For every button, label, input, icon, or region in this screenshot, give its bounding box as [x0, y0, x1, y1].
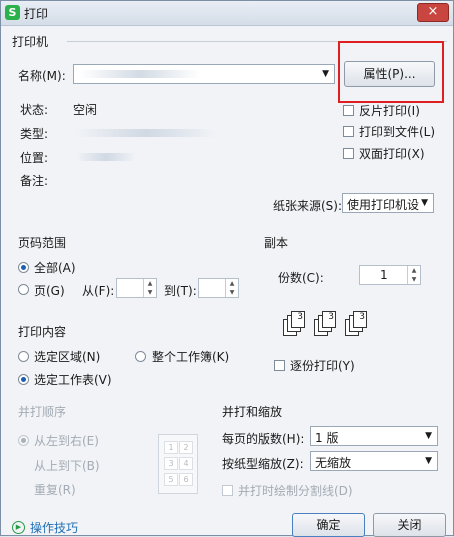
pages-per-sheet-select[interactable]: 1 版 ▼: [310, 426, 438, 446]
print-to-file-checkbox[interactable]: [343, 126, 354, 137]
reverse-print-checkbox[interactable]: [343, 105, 354, 116]
draw-lines-checkbox[interactable]: [222, 485, 233, 496]
chevron-down-icon: ▼: [421, 198, 428, 208]
tips-link[interactable]: 操作技巧: [30, 519, 78, 536]
print-order-group-label: 并打顺序: [18, 405, 67, 419]
print-order-preview: 1 2 3 4 5 6: [158, 434, 198, 494]
chevron-down-icon: ▼: [425, 456, 432, 466]
order-cell: 2: [179, 441, 193, 454]
status-value: 空闲: [73, 103, 98, 117]
redacted-type: [76, 129, 216, 137]
paper-source-select[interactable]: 使用打印机设 ▼: [342, 193, 434, 213]
print-workbook-label: 整个工作簿(K): [152, 350, 230, 364]
page-range-all-label: 全部(A): [34, 261, 76, 275]
spin-up-icon[interactable]: ▲: [407, 266, 420, 275]
reverse-print-label: 反片打印(I): [359, 104, 420, 118]
title-bar: S 打印 ×: [1, 1, 453, 26]
order-cell: 6: [179, 473, 193, 486]
duplex-checkbox[interactable]: [343, 148, 354, 159]
left-to-right-radio[interactable]: [18, 435, 29, 446]
from-label: 从(F):: [82, 284, 115, 298]
print-sheet-label: 选定工作表(V): [34, 373, 112, 387]
print-content-group-label: 打印内容: [18, 325, 67, 339]
pages-per-sheet-value: 1 版: [315, 431, 339, 445]
paper-source-value: 使用打印机设: [347, 198, 420, 212]
copies-spinner[interactable]: 1 ▲ ▼: [359, 265, 421, 285]
print-workbook-radio[interactable]: [135, 351, 146, 362]
copies-count-value: 1: [380, 268, 388, 282]
spin-up-icon[interactable]: ▲: [225, 279, 238, 288]
scale-value: 无缩放: [315, 456, 352, 470]
type-label: 类型:: [20, 127, 49, 141]
wps-app-icon: S: [5, 5, 20, 20]
top-to-bottom-label: 从上到下(B): [34, 459, 100, 473]
ok-button[interactable]: 确定: [292, 513, 365, 537]
close-button[interactable]: 关闭: [373, 513, 446, 537]
page-range-pages-label: 页(G): [34, 284, 65, 298]
print-sheet-radio[interactable]: [18, 374, 29, 385]
order-cell: 4: [179, 457, 193, 470]
order-cell: 5: [164, 473, 178, 486]
left-to-right-label: 从左到右(E): [34, 434, 99, 448]
zoom-group-label: 并打和缩放: [222, 405, 283, 419]
scale-label: 按纸型缩放(Z):: [222, 457, 304, 471]
from-page-spinner[interactable]: ▲ ▼: [116, 278, 157, 298]
collate-label: 逐份打印(Y): [290, 359, 355, 373]
draw-lines-label: 并打时绘制分割线(D): [238, 484, 353, 498]
location-label: 位置:: [20, 151, 49, 165]
properties-highlight-box: [338, 41, 444, 103]
printer-name-label: 名称(M):: [18, 69, 66, 83]
play-icon[interactable]: ▶: [12, 521, 25, 534]
to-page-spinner[interactable]: ▲ ▼: [198, 278, 239, 298]
spin-down-icon[interactable]: ▼: [407, 275, 420, 284]
copies-count-label: 份数(C):: [278, 271, 324, 285]
redacted-printer-name: [80, 70, 200, 78]
printer-group-label: 打印机: [12, 35, 49, 49]
print-selection-radio[interactable]: [18, 351, 29, 362]
scale-select[interactable]: 无缩放 ▼: [310, 451, 438, 471]
comment-label: 备注:: [20, 174, 49, 188]
spin-down-icon[interactable]: ▼: [143, 288, 156, 297]
print-selection-label: 选定区域(N): [34, 350, 101, 364]
status-label: 状态:: [20, 103, 49, 117]
repeat-label: 重复(R): [34, 483, 76, 497]
page-range-all-radio[interactable]: [18, 262, 29, 273]
copies-group-label: 副本: [264, 236, 289, 250]
collate-checkbox[interactable]: [274, 360, 285, 371]
chevron-down-icon: ▼: [322, 69, 329, 79]
spin-up-icon[interactable]: ▲: [143, 279, 156, 288]
redacted-location: [76, 153, 136, 161]
page-range-pages-radio[interactable]: [18, 284, 29, 295]
dialog-title: 打印: [24, 7, 49, 21]
close-window-button[interactable]: ×: [417, 3, 449, 22]
printer-name-select[interactable]: ▼: [73, 64, 335, 84]
print-dialog: S 打印 × 打印机 名称(M): ▼ 属性(P)... 状态: 空闲 类型: …: [0, 0, 454, 537]
paper-source-label: 纸张来源(S):: [273, 199, 343, 213]
to-label: 到(T):: [164, 284, 197, 298]
order-cell: 3: [164, 457, 178, 470]
spin-down-icon[interactable]: ▼: [225, 288, 238, 297]
chevron-down-icon: ▼: [425, 431, 432, 441]
duplex-label: 双面打印(X): [359, 147, 425, 161]
order-cell: 1: [164, 441, 178, 454]
print-to-file-label: 打印到文件(L): [359, 125, 436, 139]
page-range-group-label: 页码范围: [18, 236, 67, 250]
pages-per-sheet-label: 每页的版数(H):: [222, 432, 305, 446]
